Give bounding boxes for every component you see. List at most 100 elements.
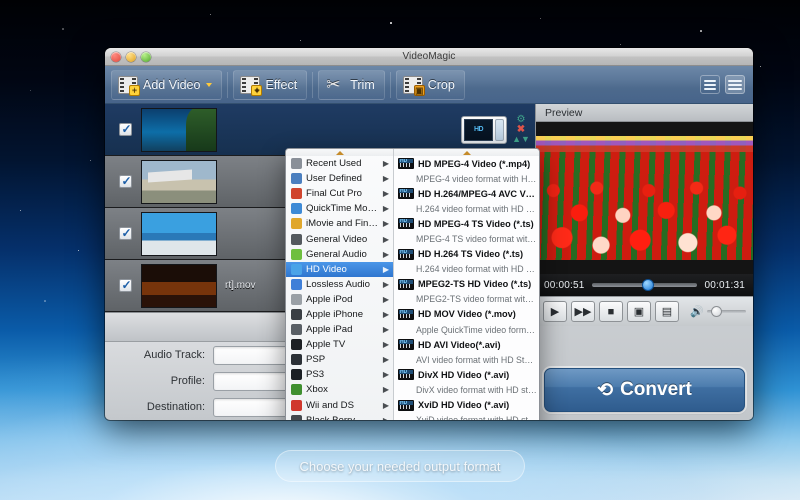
menu-format-title: DivX HD Video (*.avi) [418, 369, 510, 380]
menu-category-apple-ipod[interactable]: Apple iPod ▶ [286, 292, 393, 307]
play-button[interactable]: ▶ [543, 301, 567, 322]
rows-view-icon[interactable] [725, 75, 745, 94]
menu-format-description: MPEG2-TS video format with HD st... [394, 292, 539, 307]
menu-category-label: Wii and DS [306, 399, 354, 411]
category-list[interactable]: Recent Used ▶ User Defined ▶ Final Cut Pro ▶ Q… [286, 156, 393, 420]
volume-knob[interactable] [711, 306, 723, 317]
close-x-icon[interactable]: ✖ [517, 125, 525, 135]
row-checkbox[interactable] [119, 174, 132, 188]
star [300, 40, 301, 41]
menu-category-apple-iphone[interactable]: Apple iPhone ▶ [286, 307, 393, 322]
menu-category-hd-video[interactable]: HD Video ▶ [286, 261, 393, 277]
gear-icon[interactable]: ⚙ [517, 115, 526, 125]
trim-button[interactable]: ✂ Trim [318, 69, 385, 100]
add-video-label: Add Video [143, 77, 201, 92]
scroll-up-arrow[interactable] [394, 149, 539, 156]
menu-category-imovie-and-final-cut[interactable]: iMovie and Final Cut ...▶ [286, 216, 393, 231]
menu-category-black-berry[interactable]: Black Berry ▶ [286, 413, 393, 420]
menu-format-item[interactable]: HD H.264 TS Video (*.ts) [394, 247, 539, 262]
menu-format-description: MPEG-4 video format with HD Stan... [394, 171, 539, 186]
stop-button[interactable]: ■ [599, 301, 623, 322]
menu-category-ps3[interactable]: PS3 ▶ [286, 367, 393, 382]
menu-format-description: H.264 video format with HD Stand... [394, 201, 539, 216]
wii-icon [291, 399, 302, 411]
scroll-up-arrow[interactable] [286, 149, 393, 156]
submenu-arrow-icon: ▶ [382, 279, 389, 289]
star [30, 90, 31, 91]
menu-category-lossless-audio[interactable]: Lossless Audio ▶ [286, 277, 393, 292]
forward-button[interactable]: ▶▶ [571, 301, 595, 322]
hd-format-icon [398, 339, 414, 351]
view-toggle-group[interactable] [700, 75, 745, 94]
menu-format-description-label: XviD video format with HD standards [416, 415, 537, 420]
submenu-arrow-icon: ▶ [382, 159, 389, 169]
format-list[interactable]: HD MPEG-4 Video (*.mp4) MPEG-4 video form… [394, 156, 539, 420]
menu-format-description-label: H.264 video format with HD Stand... [416, 264, 537, 275]
hd-format-icon [398, 278, 414, 290]
portable-device-icon[interactable]: HD [460, 115, 508, 145]
crop-label: Crop [427, 77, 455, 92]
menu-category-xbox[interactable]: Xbox ▶ [286, 382, 393, 397]
menu-format-item[interactable]: HD MPEG-4 Video (*.mp4) [394, 156, 539, 171]
seek-knob[interactable] [642, 279, 655, 291]
menu-format-title: HD AVI Video(*.avi) [418, 339, 501, 350]
play-overlay-icon[interactable] [190, 119, 212, 142]
menu-format-item[interactable]: HD AVI Video(*.avi) [394, 337, 539, 352]
menu-format-item[interactable]: HD MPEG-4 TS Video (*.ts) [394, 216, 539, 231]
preview-video[interactable] [536, 122, 753, 274]
ipod-icon [291, 293, 302, 305]
chevron-down-icon[interactable] [206, 82, 213, 87]
menu-format-item[interactable]: MPEG2-TS HD Video (*.ts) [394, 277, 539, 292]
menu-category-psp[interactable]: PSP ▶ [286, 352, 393, 367]
add-video-button[interactable]: + Add Video [111, 69, 223, 100]
convert-button[interactable]: ⟲ Convert [544, 368, 745, 412]
video-thumbnail [141, 107, 217, 152]
menu-category-label: PS3 [306, 369, 325, 381]
effect-button[interactable]: ✦ Effect [233, 69, 308, 100]
menu-category-label: Black Berry [306, 415, 379, 420]
playback-scrubber-row[interactable]: 00:00:51 00:01:31 [536, 274, 753, 296]
menu-category-wii-and-ds[interactable]: Wii and DS ▶ [286, 398, 393, 413]
crop-button[interactable]: ▣ Crop [395, 69, 465, 100]
menu-category-quicktime-movie-for[interactable]: QuickTime Movie For...▶ [286, 201, 393, 216]
menu-category-final-cut-pro[interactable]: Final Cut Pro ▶ [286, 186, 393, 201]
up-down-arrows-icon[interactable]: ▲▼ [512, 135, 530, 144]
folder-button[interactable]: ▤ [655, 301, 679, 322]
star [44, 300, 46, 302]
menu-category-general-video[interactable]: General Video ▶ [286, 231, 393, 246]
speaker-icon[interactable]: 🔊 [690, 305, 704, 318]
menu-category-label: Apple iPhone [306, 308, 364, 320]
menu-category-user-defined[interactable]: User Defined ▶ [286, 171, 393, 186]
format-list-column[interactable]: HD MPEG-4 Video (*.mp4) MPEG-4 video form… [394, 149, 539, 420]
menu-format-description-label: MPEG-4 video format with HD Stan... [416, 173, 537, 184]
menu-category-label: PSP [306, 354, 326, 366]
submenu-arrow-icon: ▶ [382, 234, 389, 244]
format-category-column[interactable]: Recent Used ▶ User Defined ▶ Final Cut Pro ▶ Q… [286, 149, 394, 420]
menu-format-item[interactable]: HD H.264/MPEG-4 AVC Video (*.... [394, 186, 539, 201]
menu-category-apple-ipad[interactable]: Apple iPad ▶ [286, 322, 393, 337]
audio-track-label: Audio Track: [143, 349, 205, 361]
snapshot-button[interactable]: ▣ [627, 301, 651, 322]
volume-slider[interactable] [706, 306, 746, 317]
menu-format-item[interactable]: DivX HD Video (*.avi) [394, 367, 539, 382]
row-action-group[interactable]: ⚙ ✖ ▲▼ [512, 115, 530, 144]
volume-control[interactable]: 🔊 [690, 305, 746, 318]
menu-format-item[interactable]: XviD HD Video (*.avi) [394, 398, 539, 413]
video-thumbnail [141, 211, 217, 256]
menu-category-recent-used[interactable]: Recent Used ▶ [286, 156, 393, 171]
list-view-icon[interactable] [700, 75, 720, 94]
menu-format-item[interactable]: HD MOV Video (*.mov) [394, 307, 539, 322]
row-checkbox[interactable] [119, 278, 132, 292]
output-format-menu[interactable]: Recent Used ▶ User Defined ▶ Final Cut Pro ▶ Q… [285, 148, 540, 420]
menu-category-general-audio[interactable]: General Audio ▶ [286, 247, 393, 262]
menu-category-apple-tv[interactable]: Apple TV ▶ [286, 337, 393, 352]
row-checkbox[interactable] [119, 122, 132, 136]
seek-slider[interactable] [591, 279, 698, 291]
menu-format-description: MPEG-4 TS video format with HD S... [394, 231, 539, 246]
appletv-icon [291, 339, 302, 351]
row-checkbox[interactable] [119, 226, 132, 240]
video-icon [291, 233, 302, 245]
star [760, 66, 761, 67]
toolbar-divider [227, 71, 229, 98]
star [62, 28, 64, 30]
